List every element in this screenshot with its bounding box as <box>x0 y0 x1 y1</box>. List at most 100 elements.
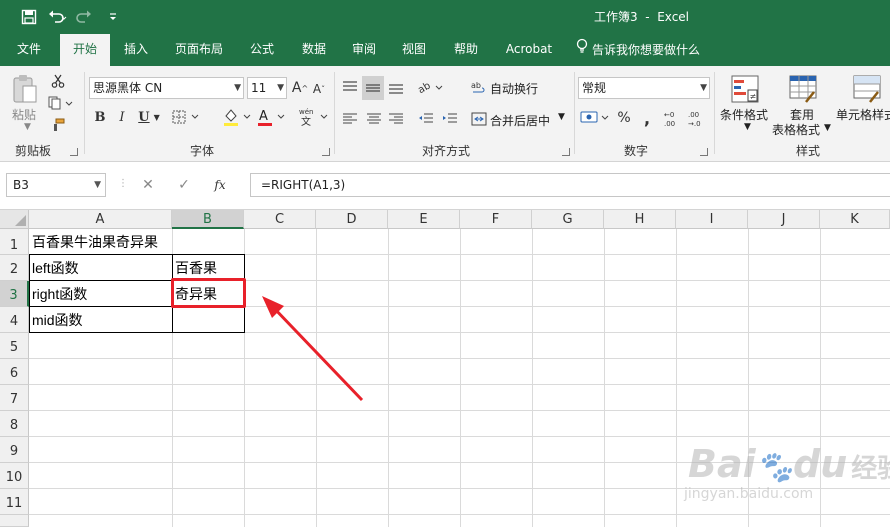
border-icon[interactable] <box>172 108 202 126</box>
merge-center-button[interactable]: 合并后居中 <box>490 112 550 129</box>
increase-indent-icon[interactable] <box>440 110 460 128</box>
underline-icon[interactable]: U ▼ <box>136 108 162 126</box>
comma-style-icon[interactable]: , <box>638 108 656 128</box>
row-header-3[interactable]: 3 <box>0 281 29 307</box>
font-name-combo[interactable]: 思源黑体 CN ▼ <box>89 77 244 99</box>
font-color-icon[interactable]: A <box>256 106 288 128</box>
row-header-2[interactable]: 2 <box>0 255 29 281</box>
conditional-dropdown-icon[interactable]: ▼ <box>744 122 751 132</box>
shrink-font-icon[interactable]: Aˇ <box>311 80 327 98</box>
merge-dropdown-icon[interactable]: ▼ <box>558 112 565 122</box>
tab-view[interactable]: 视图 <box>392 34 436 66</box>
increase-decimal-icon[interactable]: ←0.00 <box>664 108 686 130</box>
align-middle-icon[interactable] <box>362 76 384 100</box>
column-header-k[interactable]: K <box>820 210 890 229</box>
conditional-formatting-button[interactable]: 条件格式 <box>720 106 768 123</box>
format-table-dropdown-icon[interactable]: ▼ <box>824 123 831 133</box>
tab-acrobat[interactable]: Acrobat <box>498 34 560 66</box>
italic-icon[interactable]: I <box>114 108 130 126</box>
undo-icon[interactable] <box>46 7 68 27</box>
row-header-9[interactable]: 9 <box>0 437 29 463</box>
tab-help[interactable]: 帮助 <box>444 34 488 66</box>
cut-icon[interactable] <box>48 72 68 90</box>
row-header-8[interactable]: 8 <box>0 411 29 437</box>
column-header-i[interactable]: I <box>676 210 748 229</box>
cell-a2[interactable]: left函数 <box>29 258 79 278</box>
cell-styles-button[interactable]: 单元格样式 <box>836 106 890 123</box>
cell-a4[interactable]: mid函数 <box>29 310 83 330</box>
tell-me-box[interactable]: 告诉我你想要做什么 <box>576 34 716 66</box>
row-header-11[interactable]: 11 <box>0 489 29 515</box>
tab-page-layout[interactable]: 页面布局 <box>166 34 232 66</box>
align-top-icon[interactable] <box>340 76 360 98</box>
decrease-decimal-icon[interactable]: .00 →.0 <box>688 108 710 130</box>
conditional-formatting-icon[interactable]: ≠ <box>728 72 762 106</box>
format-as-table-icon[interactable] <box>786 72 820 106</box>
paste-icon[interactable] <box>10 74 40 104</box>
column-header-c[interactable]: C <box>244 210 316 229</box>
column-header-j[interactable]: J <box>748 210 820 229</box>
align-left-icon[interactable] <box>340 110 360 128</box>
insert-function-icon[interactable]: fx <box>202 178 238 192</box>
tab-data[interactable]: 数据 <box>292 34 336 66</box>
column-header-f[interactable]: F <box>460 210 532 229</box>
tab-formulas[interactable]: 公式 <box>240 34 284 66</box>
column-header-h[interactable]: H <box>604 210 676 229</box>
grid-line <box>676 229 677 527</box>
cell-a3[interactable]: right函数 <box>29 284 87 304</box>
row-header-10[interactable]: 10 <box>0 463 29 489</box>
select-all-button[interactable] <box>0 210 29 229</box>
format-as-table-line2[interactable]: 表格格式 <box>772 121 820 138</box>
cell-styles-icon[interactable] <box>850 72 884 106</box>
paste-button-label[interactable]: 粘贴 <box>12 106 36 123</box>
tab-insert[interactable]: 插入 <box>114 34 158 66</box>
name-box[interactable]: B3 ▼ <box>6 173 106 197</box>
bold-icon[interactable]: B <box>92 108 108 126</box>
format-painter-icon[interactable] <box>48 116 68 134</box>
accounting-format-icon[interactable] <box>580 108 612 128</box>
row-header-4[interactable]: 4 <box>0 307 29 333</box>
customize-qat-icon[interactable] <box>102 7 124 27</box>
orientation-icon[interactable]: ab <box>416 76 446 98</box>
enter-icon[interactable]: ✓ <box>166 177 202 193</box>
save-icon[interactable] <box>18 7 40 27</box>
copy-icon[interactable] <box>46 94 76 112</box>
phonetic-guide-icon[interactable]: wén 文 <box>297 106 331 128</box>
column-header-b[interactable]: B <box>172 210 244 229</box>
fill-color-icon[interactable] <box>222 106 254 128</box>
font-group-label: 字体 <box>190 144 215 158</box>
cell-a1[interactable]: 百香果牛油果奇异果 <box>29 232 158 252</box>
row-header-5[interactable]: 5 <box>0 333 29 359</box>
row-header-12[interactable] <box>0 515 29 527</box>
grow-font-icon[interactable]: A ^ <box>292 78 308 98</box>
number-format-combo[interactable]: 常规 ▼ <box>578 77 710 99</box>
tab-file[interactable]: 文件 <box>6 34 52 66</box>
wrap-text-button[interactable]: 自动换行 <box>490 80 538 97</box>
decrease-indent-icon[interactable] <box>416 110 436 128</box>
alignment-launcher-icon[interactable] <box>562 148 570 156</box>
row-header-1[interactable]: 1 <box>0 229 29 255</box>
row-header-7[interactable]: 7 <box>0 385 29 411</box>
paste-dropdown-icon[interactable]: ▼ <box>24 122 31 132</box>
font-launcher-icon[interactable] <box>322 148 330 156</box>
clipboard-launcher-icon[interactable] <box>70 148 78 156</box>
align-right-icon[interactable] <box>386 110 406 128</box>
wrap-text-icon[interactable]: ab <box>470 78 488 98</box>
tab-home[interactable]: 开始 <box>60 34 110 66</box>
formula-input[interactable]: =RIGHT(A1,3) <box>250 173 890 197</box>
column-header-a[interactable]: A <box>29 210 172 229</box>
font-size-combo[interactable]: 11 ▼ <box>247 77 287 99</box>
cell-b2[interactable]: 百香果 <box>172 258 217 278</box>
column-header-e[interactable]: E <box>388 210 460 229</box>
align-bottom-icon[interactable] <box>386 76 406 98</box>
cancel-icon[interactable]: ✕ <box>130 177 166 193</box>
redo-icon[interactable] <box>74 7 96 27</box>
column-header-g[interactable]: G <box>532 210 604 229</box>
align-center-icon[interactable] <box>364 110 384 128</box>
percent-icon[interactable]: % <box>614 108 634 128</box>
tab-review[interactable]: 审阅 <box>342 34 386 66</box>
column-header-d[interactable]: D <box>316 210 388 229</box>
merge-center-icon[interactable] <box>470 110 488 128</box>
number-launcher-icon[interactable] <box>700 148 708 156</box>
row-header-6[interactable]: 6 <box>0 359 29 385</box>
